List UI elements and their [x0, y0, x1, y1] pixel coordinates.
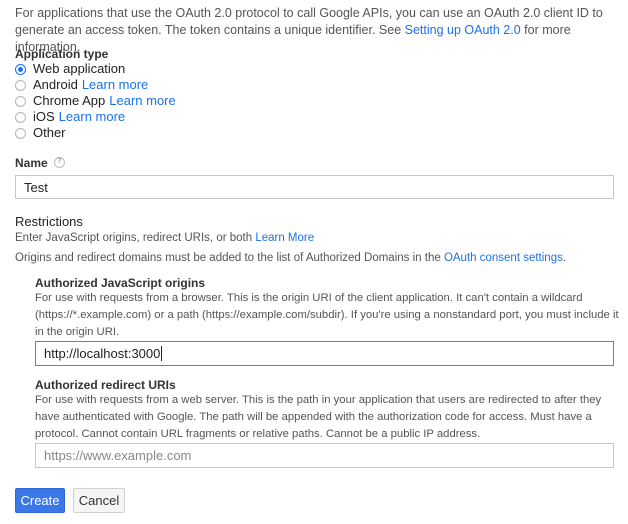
radio-label-ios: iOS — [33, 109, 55, 124]
application-type-label: Application type — [15, 47, 109, 61]
help-icon[interactable] — [53, 156, 65, 168]
radio-label-chrome-app: Chrome App — [33, 93, 106, 108]
name-label-text: Name — [15, 156, 48, 170]
create-button[interactable]: Create — [15, 488, 65, 513]
js-origins-description: For use with requests from a browser. Th… — [35, 292, 619, 338]
radio-option-chrome-app[interactable]: Chrome App Learn more — [15, 93, 176, 109]
redirect-uri-input[interactable]: https://www.example.com — [35, 443, 614, 468]
radio-label-other: Other — [33, 125, 66, 140]
ios-learn-more-link[interactable]: Learn more — [59, 109, 125, 124]
radio-option-other[interactable]: Other — [15, 125, 176, 141]
radio-option-android[interactable]: Android Learn more — [15, 77, 176, 93]
radio-option-web-application[interactable]: Web application — [15, 61, 176, 77]
restrictions-line-2-suffix: . — [562, 252, 567, 264]
name-input-value: Test — [24, 179, 48, 195]
oauth-consent-settings-link[interactable]: OAuth consent settings — [444, 252, 563, 264]
name-input[interactable]: Test — [15, 175, 614, 199]
restrictions-line-1: Enter JavaScript origins, redirect URIs,… — [15, 230, 314, 246]
radio-button-checked[interactable] — [15, 63, 26, 75]
application-type-radio-group: Web application Android Learn more Chrome… — [15, 61, 176, 141]
cancel-button[interactable]: Cancel — [73, 488, 125, 513]
redirect-uri-placeholder: https://www.example.com — [44, 448, 192, 463]
js-origins-title: Authorized JavaScript origins — [35, 276, 206, 290]
radio-option-ios[interactable]: iOS Learn more — [15, 109, 176, 125]
restrictions-learn-more-link[interactable]: Learn More — [255, 232, 314, 244]
radio-label-web-application: Web application — [33, 61, 126, 76]
redirect-uris-description: For use with requests from a web server.… — [35, 394, 602, 440]
android-learn-more-link[interactable]: Learn more — [82, 77, 148, 92]
radio-button[interactable] — [15, 79, 26, 91]
radio-button[interactable] — [15, 111, 26, 123]
restrictions-line-1-text: Enter JavaScript origins, redirect URIs,… — [15, 232, 256, 244]
js-origin-input-value: http://localhost:3000 — [44, 346, 161, 361]
radio-button[interactable] — [15, 95, 26, 107]
radio-button[interactable] — [15, 127, 26, 139]
redirect-uris-title: Authorized redirect URIs — [35, 378, 176, 392]
chrome-app-learn-more-link[interactable]: Learn more — [109, 93, 175, 108]
radio-label-android: Android — [33, 77, 78, 92]
text-cursor — [161, 346, 163, 361]
restrictions-line-2: Origins and redirect domains must be add… — [15, 250, 566, 266]
setting-up-oauth-link[interactable]: Setting up OAuth 2.0 — [405, 23, 521, 37]
restrictions-title: Restrictions — [15, 214, 83, 229]
name-field-label: Name — [15, 156, 65, 170]
restrictions-line-2-text: Origins and redirect domains must be add… — [15, 252, 444, 264]
js-origin-input[interactable]: http://localhost:3000 — [35, 341, 614, 366]
